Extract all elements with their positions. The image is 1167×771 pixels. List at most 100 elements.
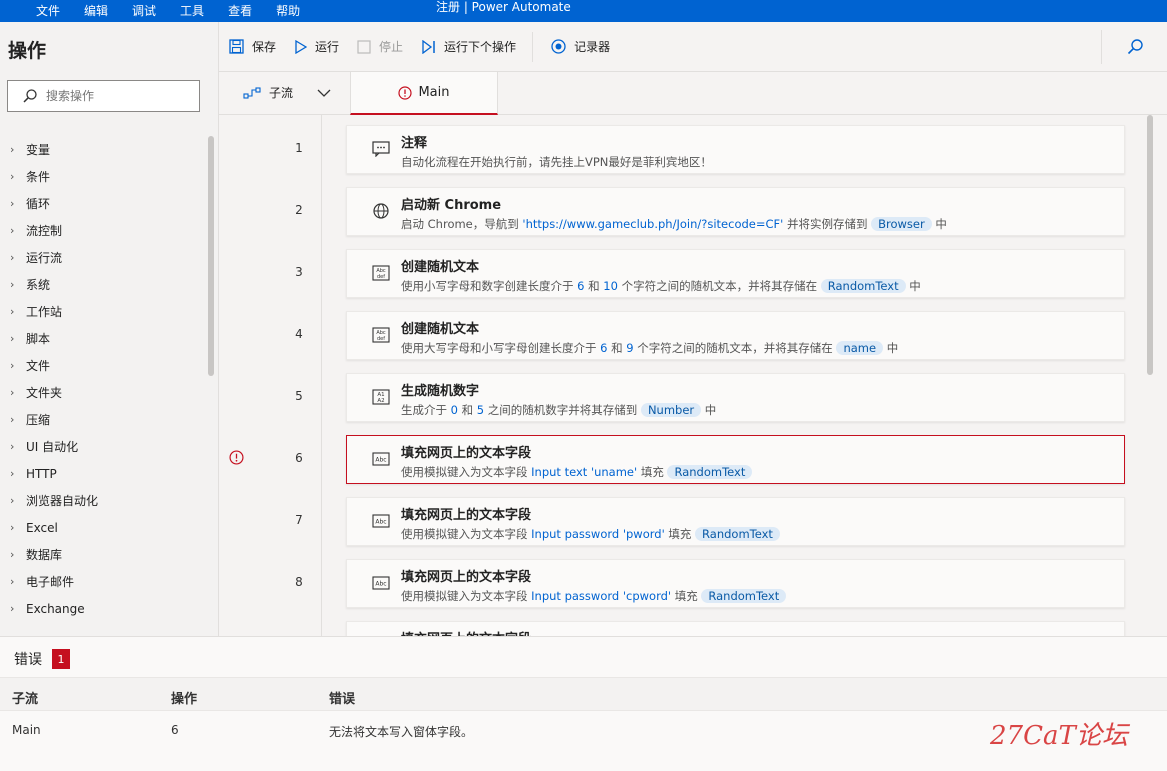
action-title: 注释	[401, 136, 428, 151]
flow-scrollbar[interactable]	[1147, 115, 1153, 375]
variable-pill: Browser	[871, 217, 932, 231]
chevron-right-icon: ›	[10, 359, 15, 372]
action-category[interactable]: › Excel	[0, 514, 210, 541]
globe-icon	[371, 202, 391, 220]
menu-bar: 文件 编辑 调试 工具 查看 帮助 注册 | Power Automate	[0, 0, 1167, 22]
action-card[interactable]: 启动新 Chrome 启动 Chrome，导航到 'https://www.ga…	[346, 187, 1125, 236]
action-category[interactable]: › 流控制	[0, 217, 210, 244]
action-category[interactable]: › 系统	[0, 271, 210, 298]
action-title: 创建随机文本	[401, 260, 480, 275]
action-description: 使用小写字母和数字创建长度介于 6 和 10 个字符之间的随机文本，并将其存储在…	[401, 279, 921, 293]
chevron-right-icon: ›	[10, 548, 15, 561]
action-card[interactable]: Abc def 创建随机文本 使用小写字母和数字创建长度介于 6 和 10 个字符…	[346, 249, 1125, 298]
menu-items: 文件 编辑 调试 工具 查看 帮助	[0, 0, 312, 22]
chevron-right-icon: ›	[10, 305, 15, 318]
action-title: 启动新 Chrome	[401, 198, 502, 213]
variable-pill: name	[836, 341, 884, 355]
chevron-right-icon: ›	[10, 386, 15, 399]
text-field-icon: Abc	[371, 512, 391, 530]
column-action[interactable]: 操作	[171, 688, 197, 707]
run-next-action-button[interactable]: 运行下个操作	[421, 38, 516, 55]
action-description: 自动化流程在开始执行前，请先挂上VPN最好是菲利宾地区！	[401, 155, 712, 169]
error-count-badge: 1	[52, 649, 70, 669]
action-description: 启动 Chrome，导航到 'https://www.gameclub.ph/J…	[401, 217, 947, 231]
actions-title: 操作	[8, 40, 47, 62]
action-category[interactable]: › 工作站	[0, 298, 210, 325]
text-field-icon: Abc	[371, 450, 391, 468]
action-description: 使用模拟键入为文本字段 Input password 'cpword' 填充 R…	[401, 588, 787, 604]
actions-list: › 变量 › 条件 › 循环 › 流控制 › 运行流 › 系统 › 工作站 › 脚本 › 文件 ›…	[0, 136, 210, 622]
action-category[interactable]: › HTTP	[0, 460, 210, 487]
recorder-button[interactable]: 记录器	[551, 38, 610, 55]
stop-icon	[357, 39, 371, 54]
errors-title: 错误	[14, 652, 42, 668]
flow-search-button[interactable]	[1101, 30, 1167, 64]
action-title: 填充网页上的文本字段	[401, 446, 532, 461]
step-number: 7	[295, 513, 303, 527]
flow-step: 2 启动新 Chrome 启动 Chrome，导航到 'https://www.…	[219, 179, 1167, 241]
action-category[interactable]: › 运行流	[0, 244, 210, 271]
search-actions-input[interactable]	[46, 89, 196, 103]
action-category[interactable]: › 浏览器自动化	[0, 487, 210, 514]
random-text-icon: Abc def	[371, 264, 391, 282]
step-number: 8	[295, 575, 303, 589]
action-category[interactable]: › 变量	[0, 136, 210, 163]
action-title: 填充网页上的文本字段	[401, 570, 532, 585]
menu-view[interactable]: 查看	[216, 0, 264, 22]
comment-icon	[371, 140, 391, 158]
subflow-tabs: 子流 Main	[219, 72, 1167, 115]
action-description: 使用大写字母和小写字母创建长度介于 6 和 9 个字符之间的随机文本，并将其存储…	[401, 341, 899, 355]
watermark: 27CaT论坛	[990, 721, 1128, 751]
stop-button[interactable]: 停止	[357, 38, 403, 55]
save-button[interactable]: 保存	[229, 38, 276, 55]
menu-edit[interactable]: 编辑	[72, 0, 120, 22]
menu-file[interactable]: 文件	[24, 0, 72, 22]
actions-search-box[interactable]	[7, 80, 200, 112]
variable-pill: RandomText	[820, 279, 906, 293]
variable-pill: Number	[640, 403, 702, 417]
subflows-dropdown[interactable]: 子流	[243, 84, 331, 101]
chevron-right-icon: ›	[10, 224, 15, 237]
action-card-error[interactable]: Abc 填充网页上的文本字段 使用模拟键入为文本字段 Input text 'u…	[346, 435, 1125, 484]
subflow-icon	[243, 86, 261, 99]
action-card[interactable]: 填充网页上的文本字段	[346, 621, 1125, 636]
action-card[interactable]: 注释 自动化流程在开始执行前，请先挂上VPN最好是菲利宾地区！	[346, 125, 1125, 174]
menu-tools[interactable]: 工具	[168, 0, 216, 22]
tab-main[interactable]: Main	[350, 72, 498, 115]
play-icon	[295, 39, 308, 54]
run-button[interactable]: 运行	[294, 38, 339, 55]
svg-text:Abc: Abc	[375, 581, 386, 588]
action-category[interactable]: › 压缩	[0, 406, 210, 433]
menu-help[interactable]: 帮助	[264, 0, 312, 22]
svg-text:Abc: Abc	[375, 519, 386, 526]
actions-scrollbar[interactable]	[208, 136, 214, 376]
action-category[interactable]: › 文件	[0, 352, 210, 379]
chevron-right-icon: ›	[10, 143, 15, 156]
action-card[interactable]: Abc def 创建随机文本 使用大写字母和小写字母创建长度介于 6 和 9 个字…	[346, 311, 1125, 360]
action-category[interactable]: › 文件夹	[0, 379, 210, 406]
svg-text:def: def	[377, 274, 385, 280]
save-icon	[229, 39, 244, 54]
flow-step: 8 Abc 填充网页上的文本字段 使用模拟键入为文本字段 Input passw…	[219, 551, 1167, 613]
action-card[interactable]: A1 A2 生成随机数字 生成介于 0 和 5 之间的随机数字并将其存储到 Num…	[346, 373, 1125, 422]
flow-step: 填充网页上的文本字段	[219, 613, 1167, 636]
action-card[interactable]: Abc 填充网页上的文本字段 使用模拟键入为文本字段 Input passwor…	[346, 497, 1125, 546]
action-category[interactable]: › 数据库	[0, 541, 210, 568]
svg-text:Abc: Abc	[375, 457, 386, 464]
action-category[interactable]: › Exchange	[0, 595, 210, 622]
action-category[interactable]: › 条件	[0, 163, 210, 190]
action-description: 使用模拟键入为文本字段 Input text 'uname' 填充 Random…	[401, 464, 753, 480]
svg-text:A2: A2	[377, 398, 384, 404]
action-card[interactable]: Abc 填充网页上的文本字段 使用模拟键入为文本字段 Input passwor…	[346, 559, 1125, 608]
menu-debug[interactable]: 调试	[120, 0, 168, 22]
action-category[interactable]: › UI 自动化	[0, 433, 210, 460]
column-subflow[interactable]: 子流	[12, 688, 38, 707]
random-number-icon: A1 A2	[371, 388, 391, 406]
text-field-icon: Abc	[371, 574, 391, 592]
variable-pill: RandomText	[667, 465, 753, 479]
chevron-right-icon: ›	[10, 170, 15, 183]
column-error[interactable]: 错误	[329, 688, 355, 707]
action-category[interactable]: › 循环	[0, 190, 210, 217]
action-category[interactable]: › 脚本	[0, 325, 210, 352]
action-category[interactable]: › 电子邮件	[0, 568, 210, 595]
